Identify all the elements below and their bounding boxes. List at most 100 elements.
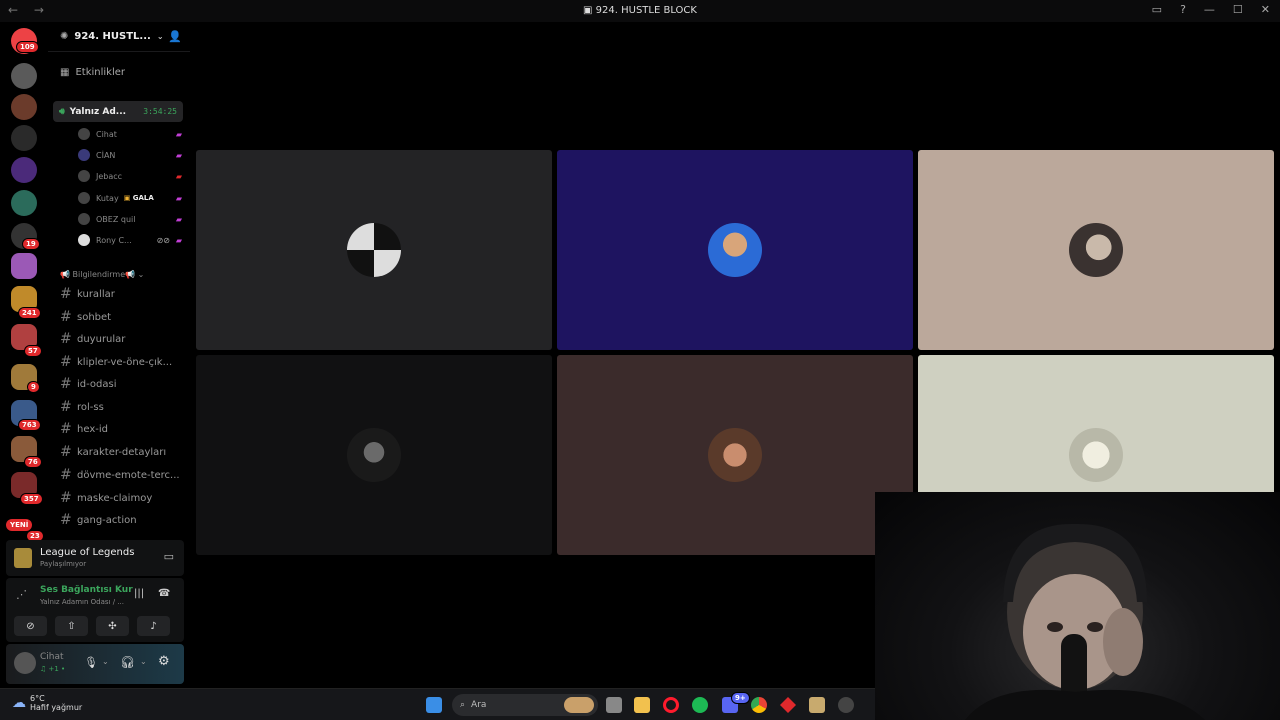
file-explorer-icon[interactable] [634, 697, 650, 713]
game-name: League of Legends [40, 547, 135, 558]
voice-channel[interactable]: 🔊︎ Yalnız Ad... 3:54:25 [53, 101, 183, 122]
speaker-icon: 🔊︎ [59, 106, 65, 117]
calendar-icon: ▦ [60, 67, 70, 78]
channel-name: hex-id [77, 423, 108, 435]
video-tile[interactable] [196, 150, 552, 350]
voice-connection-panel: ⋰ Ses Bağlantısı Kur Yalnız Adamın Odası… [6, 578, 184, 642]
voice-user-name: Jebacc [96, 171, 123, 181]
invite-user-icon[interactable]: 👤 [168, 30, 182, 43]
search-label: Ara [471, 700, 487, 710]
search-box[interactable]: ⌕ Ara [452, 694, 598, 716]
windows-start-icon[interactable] [426, 697, 442, 713]
text-channel[interactable]: # klipler-ve-öne-çık... [60, 352, 186, 372]
voice-user-name: Kutay [96, 193, 119, 203]
hash-icon: # [60, 376, 72, 392]
user-panel: Cihat ♫ +1 • 🎙︎ ⌄ 🎧︎ ⌄ ⚙ [6, 644, 184, 684]
server-header[interactable]: ✺ 924. HUSTL... ⌄ 👤 [48, 22, 190, 52]
server-icon[interactable] [11, 63, 37, 89]
user-status: ♫ +1 • [40, 665, 66, 673]
server-icon[interactable] [11, 253, 37, 279]
settings-gear-icon[interactable]: ⚙ [158, 654, 170, 669]
noise-suppression-icon[interactable]: ||| [134, 588, 144, 599]
voice-location[interactable]: Yalnız Adamın Odası / ... [40, 598, 124, 606]
weather-widget[interactable]: ☁ 6°C Hafif yağmur [12, 694, 82, 712]
minimize-icon[interactable]: — [1204, 3, 1215, 16]
voice-user[interactable]: Rony C... ⊘⊘ ▰ [78, 231, 184, 249]
opera-icon[interactable] [663, 697, 679, 713]
server-icon[interactable] [11, 125, 37, 151]
camera-off-button[interactable]: ⊘ [14, 616, 47, 636]
avatar [78, 213, 90, 225]
text-channel[interactable]: # maske-claimoy [60, 488, 186, 508]
activity-icon: ▰ [175, 193, 182, 203]
text-channel[interactable]: # rol-ss [60, 397, 186, 417]
participant-avatar [1069, 428, 1123, 482]
chevron-down-icon[interactable]: ⌄ [102, 657, 109, 666]
streamer-silhouette [965, 523, 1205, 720]
weather-desc: Hafif yağmur [30, 703, 83, 712]
cloud-rain-icon: ☁ [12, 695, 26, 711]
voice-user[interactable]: Jebacc ▰ [78, 167, 184, 185]
voice-user[interactable]: OBEZ quil ▰ [78, 210, 184, 228]
server-icon[interactable] [11, 157, 37, 183]
hash-icon: # [60, 512, 72, 528]
hash-icon: # [60, 354, 72, 370]
voice-user[interactable]: Cihat ▰ [78, 125, 184, 143]
server-icon[interactable] [11, 94, 37, 120]
voice-user[interactable]: Kutay ▣ GALA ▰ [78, 189, 184, 207]
share-screen-icon[interactable]: ▭ [164, 550, 174, 563]
signal-icon: ⋰ [16, 588, 27, 601]
screen-share-button[interactable]: ⇧ [55, 616, 88, 636]
server-name: 924. HUSTL... [74, 31, 151, 42]
disconnect-icon[interactable]: ☎ [158, 588, 170, 599]
share-status: Paylaşılmıyor [40, 560, 87, 568]
text-channel[interactable]: # duyurular [60, 329, 186, 349]
steam-icon[interactable] [838, 697, 854, 713]
category-header[interactable]: 📢 Bilgilendirme📢 ⌄ [60, 270, 144, 279]
chrome-icon[interactable] [751, 697, 767, 713]
task-view-icon[interactable] [606, 697, 622, 713]
chevron-down-icon[interactable]: ⌄ [140, 657, 147, 666]
flash-icon[interactable] [780, 697, 796, 713]
spotify-icon[interactable] [692, 697, 708, 713]
server-icon[interactable] [11, 190, 37, 216]
inbox-icon[interactable]: ▭ [1152, 3, 1162, 16]
video-tile[interactable] [557, 150, 913, 350]
text-channel[interactable]: # dövme-emote-terc... [60, 465, 186, 485]
user-tag: ▣ GALA [123, 194, 154, 202]
temperature: 6°C [30, 694, 45, 703]
soundboard-button[interactable]: ♪ [137, 616, 170, 636]
league-client-icon[interactable] [809, 697, 825, 713]
hash-icon: # [60, 286, 72, 302]
activities-button[interactable]: ✣ [96, 616, 129, 636]
text-channel[interactable]: # sohbet [60, 307, 186, 327]
video-tile[interactable] [918, 150, 1274, 350]
headphones-icon[interactable]: 🎧︎ [120, 655, 135, 669]
voice-user[interactable]: CİAN ▰ [78, 146, 184, 164]
participant-avatar [1069, 223, 1123, 277]
microphone-icon[interactable]: 🎙︎ [84, 656, 98, 669]
avatar[interactable] [14, 652, 36, 674]
help-icon[interactable]: ? [1180, 3, 1186, 16]
channel-name: duyurular [77, 333, 126, 345]
window-title: ▣ 924. HUSTLE BLOCK [583, 5, 697, 16]
text-channel[interactable]: # id-odasi [60, 374, 186, 394]
events-label: Etkinlikler [75, 67, 125, 78]
hash-icon: # [60, 421, 72, 437]
tag-icon: ▣ [123, 194, 131, 202]
new-badge: YENİ [6, 519, 33, 531]
video-tile[interactable] [557, 355, 913, 555]
avatar [78, 128, 90, 140]
folder-badge: 76 [24, 456, 42, 468]
avatar [78, 234, 90, 246]
text-channel[interactable]: # karakter-detayları [60, 442, 186, 462]
video-tile[interactable] [196, 355, 552, 555]
text-channel[interactable]: # kurallar [60, 284, 186, 304]
text-channel[interactable]: # gang-action [60, 510, 186, 530]
taskbar: ☁ 6°C Hafif yağmur ⌕ Ara 9+ [0, 688, 875, 720]
maximize-icon[interactable]: ☐ [1233, 3, 1243, 16]
close-icon[interactable]: ✕ [1261, 3, 1270, 16]
events-item[interactable]: ▦ Etkinlikler [60, 67, 125, 78]
chevron-down-icon: ⌄ [137, 270, 145, 279]
text-channel[interactable]: # hex-id [60, 419, 186, 439]
